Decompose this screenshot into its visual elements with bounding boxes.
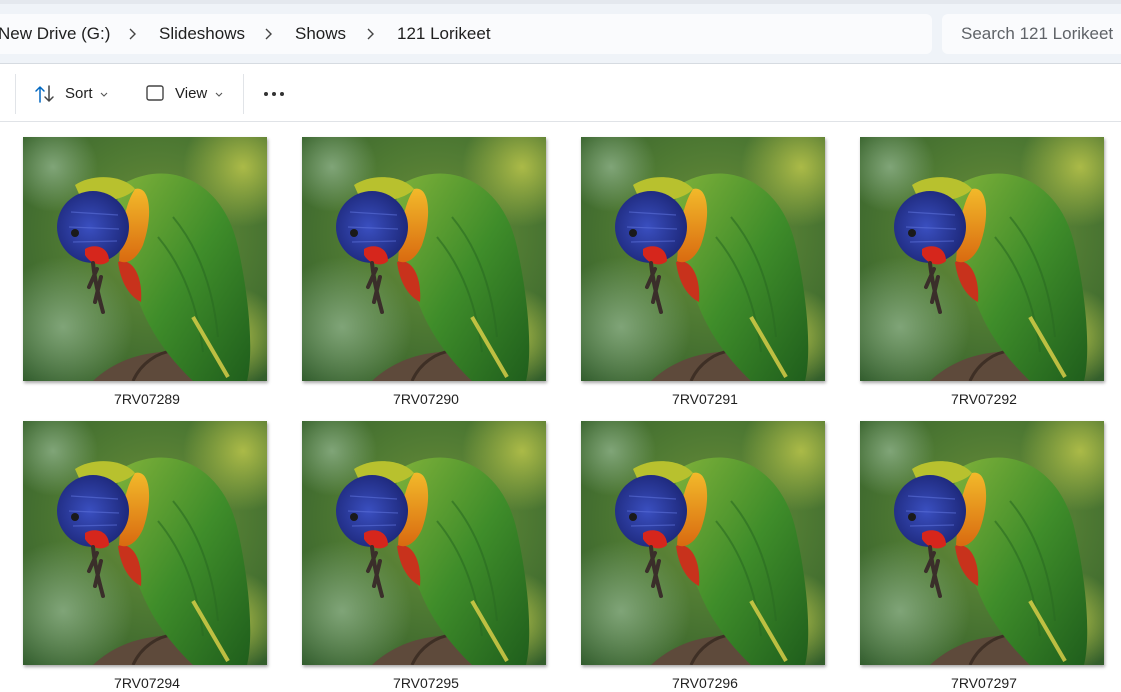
sort-label: Sort	[65, 85, 93, 102]
file-name: 7RV07295	[393, 675, 459, 691]
sort-button[interactable]: Sort	[28, 77, 118, 111]
address-bar: New Drive (G:) Slideshows Shows 121 Lori…	[0, 4, 1121, 64]
breadcrumb-item-shows[interactable]: Shows	[295, 24, 346, 44]
file-name: 7RV07291	[672, 391, 738, 407]
file-name: 7RV07294	[114, 675, 180, 691]
chevron-right-icon[interactable]	[367, 28, 374, 40]
breadcrumb[interactable]: New Drive (G:) Slideshows Shows 121 Lori…	[0, 14, 932, 54]
file-name: 7RV07296	[672, 675, 738, 691]
toolbar-divider	[243, 74, 244, 114]
more-dots-icon	[264, 92, 284, 96]
more-options-button[interactable]	[256, 77, 292, 111]
file-name: 7RV07289	[114, 391, 180, 407]
thumbnail-image	[581, 137, 825, 381]
search-input[interactable]: Search 121 Lorikeet	[942, 14, 1121, 54]
chevron-down-icon	[215, 92, 223, 97]
thumbnail-image	[581, 421, 825, 665]
breadcrumb-item-slideshows[interactable]: Slideshows	[159, 24, 245, 44]
thumbnail-image	[860, 421, 1104, 665]
thumbnail-image	[23, 421, 267, 665]
thumbnail-image	[860, 137, 1104, 381]
thumbnail-image	[23, 137, 267, 381]
file-grid: 7RV07289 7RV07290 7RV07291 7RV07292 7RV0…	[0, 122, 1121, 691]
sort-icon	[35, 85, 54, 103]
view-icon	[146, 85, 164, 101]
breadcrumb-item-drive[interactable]: New Drive (G:)	[0, 24, 110, 44]
view-label: View	[175, 85, 208, 102]
file-name: 7RV07297	[951, 675, 1017, 691]
chevron-right-icon[interactable]	[265, 28, 272, 40]
view-button[interactable]: View	[140, 77, 230, 111]
breadcrumb-item-current[interactable]: 121 Lorikeet	[397, 24, 491, 44]
thumbnail-image	[302, 137, 546, 381]
file-name: 7RV07290	[393, 391, 459, 407]
search-placeholder: Search 121 Lorikeet	[961, 24, 1114, 43]
command-bar: Sort View	[0, 64, 1121, 122]
chevron-down-icon	[100, 92, 108, 97]
thumbnail-image	[302, 421, 546, 665]
toolbar-divider	[15, 74, 16, 114]
chevron-right-icon[interactable]	[129, 28, 136, 40]
file-name: 7RV07292	[951, 391, 1017, 407]
